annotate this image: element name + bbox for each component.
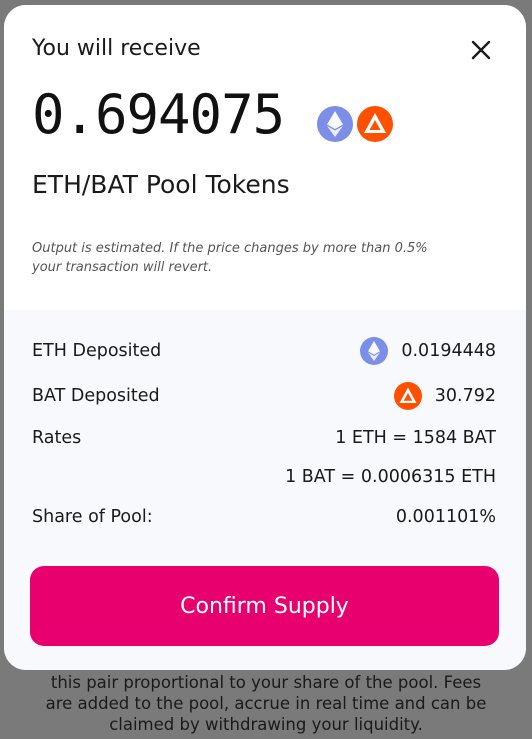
background-text: this pair proportional to your share of …	[0, 672, 532, 735]
estimate-note-line: your transaction will revert.	[32, 260, 213, 275]
confirm-supply-button[interactable]: Confirm Supply	[30, 566, 499, 646]
modal-title: You will receive	[32, 36, 201, 61]
eth-deposited-value: 0.0194448	[401, 341, 496, 361]
estimate-note-line: Output is estimated. If the price change…	[32, 241, 428, 256]
close-icon	[471, 40, 491, 60]
receive-amount: 0.694075	[32, 83, 285, 146]
background-text-line: are added to the pool, accrue in real ti…	[45, 694, 487, 713]
background-text-line: claimed by withdrawing your liquidity.	[109, 715, 423, 734]
bat-deposited-label: BAT Deposited	[32, 386, 160, 406]
rate-bat-to-eth: 1 BAT = 0.0006315 ETH	[285, 467, 496, 487]
bat-deposited-row: BAT Deposited 30.792	[32, 381, 496, 411]
close-button[interactable]	[466, 35, 496, 65]
rate-eth-to-bat: 1 ETH = 1584 BAT	[335, 428, 496, 448]
share-of-pool-row: Share of Pool: 0.001101%	[32, 502, 496, 532]
token-pair-icons	[317, 106, 397, 142]
eth-deposited-row: ETH Deposited 0.0194448	[32, 336, 496, 366]
share-of-pool-label: Share of Pool:	[32, 507, 153, 527]
background-text-line: this pair proportional to your share of …	[50, 673, 482, 692]
eth-deposited-label: ETH Deposited	[32, 341, 162, 361]
rate-secondary-row: 1 BAT = 0.0006315 ETH	[32, 462, 496, 492]
rates-label: Rates	[32, 428, 82, 448]
rates-row: Rates 1 ETH = 1584 BAT	[32, 423, 496, 453]
confirm-supply-modal: You will receive 0.694075 ETH/BAT Pool T…	[4, 5, 526, 670]
estimate-note: Output is estimated. If the price change…	[32, 239, 502, 277]
bat-deposited-value: 30.792	[434, 386, 496, 406]
share-of-pool-value: 0.001101%	[395, 507, 496, 527]
bat-icon	[357, 106, 393, 142]
pool-token-label: ETH/BAT Pool Tokens	[32, 170, 290, 199]
eth-icon	[360, 337, 388, 365]
bat-icon	[394, 382, 422, 410]
